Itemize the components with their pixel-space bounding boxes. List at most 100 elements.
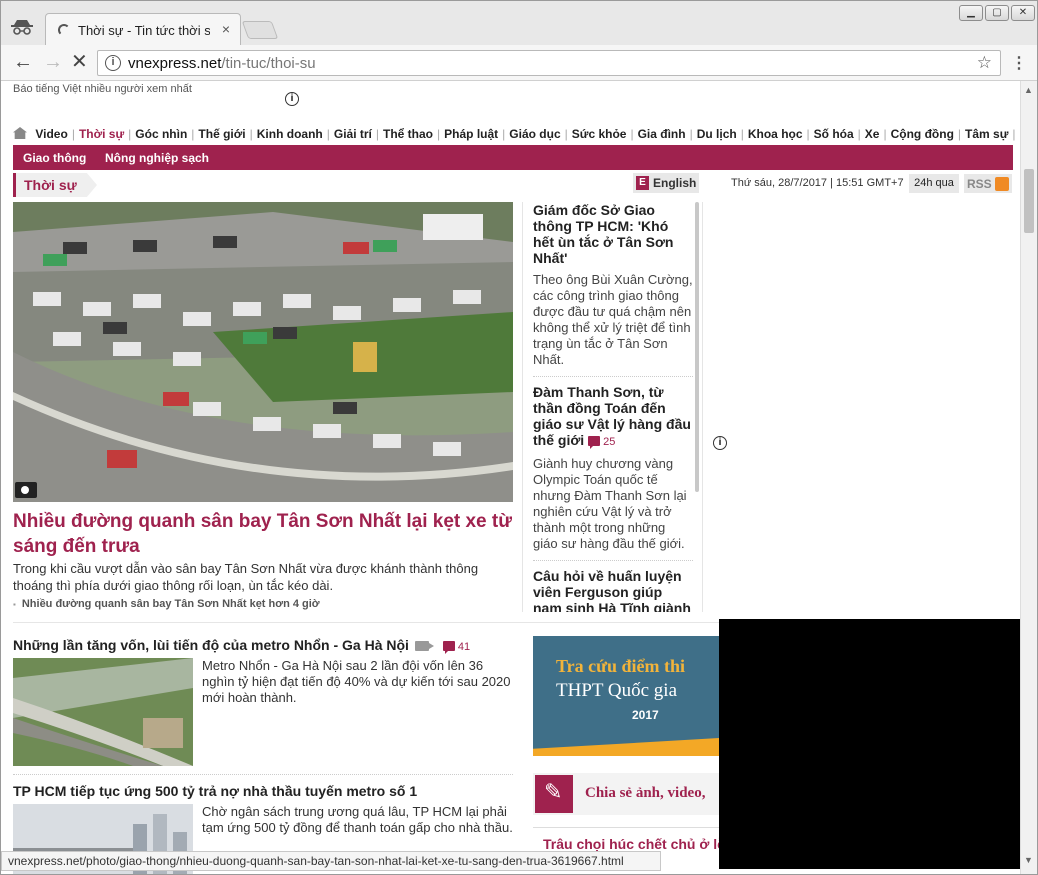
ad-info-icon[interactable]: i xyxy=(285,92,299,106)
menu-item[interactable]: Xe xyxy=(865,127,880,141)
exam-lookup-banner[interactable]: Tra cứu điểm thi THPT Quốc gia 2017 xyxy=(533,636,719,756)
side-headlines: Giám đốc Sở Giao thông TP HCM: 'Khó hết … xyxy=(522,202,703,612)
list-item-image[interactable] xyxy=(13,658,193,766)
hero-related-link[interactable]: Nhiều đường quanh sân bay Tân Sơn Nhất k… xyxy=(13,598,320,610)
english-button[interactable]: E English xyxy=(633,173,699,193)
comment-count[interactable]: 25 xyxy=(588,434,615,450)
back-icon[interactable]: ← xyxy=(13,52,33,72)
rss-button[interactable]: RSS xyxy=(964,174,1012,193)
menu-separator: | xyxy=(191,127,195,141)
menu-separator: | xyxy=(71,127,75,141)
list-item-title-text[interactable]: Những lần tăng vốn, lùi tiến độ của metr… xyxy=(13,637,409,653)
submenu-item-giao-thong[interactable]: Giao thông xyxy=(23,151,86,165)
menu-item[interactable]: Tâm sự xyxy=(965,127,1008,141)
url-domain: vnexpress.net xyxy=(128,55,222,72)
minimize-button[interactable]: ▁ xyxy=(959,5,983,21)
stop-icon[interactable]: ✕ xyxy=(71,52,88,72)
menu-separator: | xyxy=(630,127,634,141)
close-window-button[interactable]: ✕ xyxy=(1011,5,1035,21)
divider xyxy=(13,774,513,775)
comment-count[interactable]: 41 xyxy=(442,641,470,654)
star-icon[interactable]: ☆ xyxy=(977,53,992,73)
side-item-lead: Giành huy chương vàng Olympic Toán quốc … xyxy=(533,456,687,551)
address-bar[interactable]: i vnexpress.net/tin-tuc/thoi-su ☆ xyxy=(97,50,1001,76)
promo-line2: THPT Quốc gia xyxy=(556,680,678,701)
hero-title[interactable]: Nhiều đường quanh sân bay Tân Sơn Nhất l… xyxy=(13,509,513,559)
toolbar: ← → ✕ i vnexpress.net/tin-tuc/thoi-su ☆ … xyxy=(1,45,1037,81)
menu-item[interactable]: Cộng đồng xyxy=(891,127,954,141)
main-menu: Video | Thời sự | Góc nhìn | Thế giới | Kinh doa… xyxy=(13,127,1020,145)
hero-lead: Trong khi cầu vượt dẫn vào sân bay Tân S… xyxy=(13,561,479,593)
ad-info-icon[interactable]: i xyxy=(713,436,727,450)
page-viewport: Báo tiếng Việt nhiều người xem nhất i Vi… xyxy=(1,81,1020,874)
page-scrollbar[interactable]: ▲ ▼ xyxy=(1020,81,1037,874)
menu-item[interactable]: Số hóa xyxy=(814,127,854,141)
menu-separator: | xyxy=(128,127,132,141)
date-time: Thứ sáu, 28/7/2017 | 15:51 GMT+7 xyxy=(731,177,904,189)
list-item-title[interactable]: Những lần tăng vốn, lùi tiến độ của metr… xyxy=(13,637,470,654)
menu-separator: | xyxy=(806,127,810,141)
side-item-lead: Theo ông Bùi Xuân Cường, các công trình … xyxy=(533,272,693,367)
url-text[interactable]: vnexpress.net/tin-tuc/thoi-su xyxy=(128,55,316,72)
tab-strip: Thời sự - Tin tức thời sự × ▁ ▢ ✕ xyxy=(1,1,1037,47)
tab-active[interactable]: Thời sự - Tin tức thời sự × xyxy=(45,13,241,47)
info-icon[interactable]: i xyxy=(105,55,121,71)
menu-item[interactable]: Góc nhìn xyxy=(135,127,187,141)
menu-item[interactable]: Video xyxy=(35,127,67,141)
menu-separator: | xyxy=(689,127,693,141)
menu-item[interactable]: Du lịch xyxy=(697,127,737,141)
english-label: English xyxy=(653,176,697,190)
tab-close-icon[interactable]: × xyxy=(222,21,230,37)
menu-item[interactable]: Khoa học xyxy=(748,127,803,141)
video-ad-overlay[interactable] xyxy=(719,619,1020,869)
sub-menu: Giao thông Nông nghiệp sạch xyxy=(13,145,1013,170)
menu-item[interactable]: Pháp luật xyxy=(444,127,498,141)
english-icon: E xyxy=(636,176,649,190)
submenu-item-nong-nghiep-sach[interactable]: Nông nghiệp sạch xyxy=(105,151,209,165)
side-news-title[interactable]: Trâu chọi húc chết chủ ở lễ xyxy=(543,836,719,852)
forward-icon[interactable]: → xyxy=(43,52,63,72)
menu-item[interactable]: Thể thao xyxy=(383,127,433,141)
camera-icon xyxy=(15,482,37,498)
scrollbar-thumb[interactable] xyxy=(1024,169,1034,233)
menu-item[interactable]: Sức khỏe xyxy=(572,127,627,141)
comment-count-value: 25 xyxy=(603,436,616,448)
menu-item[interactable]: Giáo dục xyxy=(509,127,560,141)
menu-separator: | xyxy=(502,127,506,141)
divider xyxy=(533,376,693,377)
scroll-up-icon[interactable]: ▲ xyxy=(1024,85,1033,95)
scroll-down-icon[interactable]: ▼ xyxy=(1024,855,1033,865)
section-tag[interactable]: Thời sự xyxy=(13,173,97,197)
list-item-title[interactable]: TP HCM tiếp tục ứng 500 tỷ trả nợ nhà th… xyxy=(13,783,417,799)
comment-icon xyxy=(588,436,601,449)
menu-separator: | xyxy=(957,127,962,141)
side-scrollbar-thumb[interactable] xyxy=(695,202,699,492)
menu-item[interactable]: Giải trí xyxy=(334,127,372,141)
home-icon[interactable] xyxy=(13,127,27,139)
menu-separator: | xyxy=(375,127,380,141)
menu-item[interactable]: Kinh doanh xyxy=(257,127,323,141)
menu-separator: | xyxy=(857,127,861,141)
menu-separator: | xyxy=(249,127,253,141)
new-tab-button[interactable] xyxy=(241,21,279,39)
menu-item[interactable]: Thời sự xyxy=(79,127,124,141)
list-item-lead: Metro Nhổn - Ga Hà Nội sau 2 lần đội vốn… xyxy=(202,658,511,705)
menu-item[interactable]: Thế giới xyxy=(198,127,245,141)
share-label: Chia sẻ ảnh, video, xyxy=(585,785,706,801)
side-item-title[interactable]: Đàm Thanh Sơn, từ thần đồng Toán đến giá… xyxy=(533,384,693,450)
menu-item[interactable]: Gia đình xyxy=(638,127,686,141)
share-photo-banner[interactable]: Chia sẻ ảnh, video, xyxy=(533,773,719,815)
loading-spinner-icon xyxy=(58,24,70,36)
menu-icon[interactable]: ⋮ xyxy=(1011,53,1027,73)
hero-image[interactable] xyxy=(13,202,513,502)
menu-separator: | xyxy=(1012,127,1016,141)
video-icon xyxy=(414,641,434,651)
h24-button[interactable]: 24h qua xyxy=(909,174,959,193)
side-item-title[interactable]: Câu hỏi về huấn luyện viên Ferguson giúp… xyxy=(533,568,693,612)
section-bar: Thời sự E English Thứ sáu, 28/7/2017 | 1… xyxy=(13,173,1013,197)
menu-separator: | xyxy=(740,127,744,141)
maximize-button[interactable]: ▢ xyxy=(985,5,1009,21)
section-name: Thời sự xyxy=(24,177,77,193)
edit-icon xyxy=(535,775,573,813)
side-item-title[interactable]: Giám đốc Sở Giao thông TP HCM: 'Khó hết … xyxy=(533,202,693,266)
